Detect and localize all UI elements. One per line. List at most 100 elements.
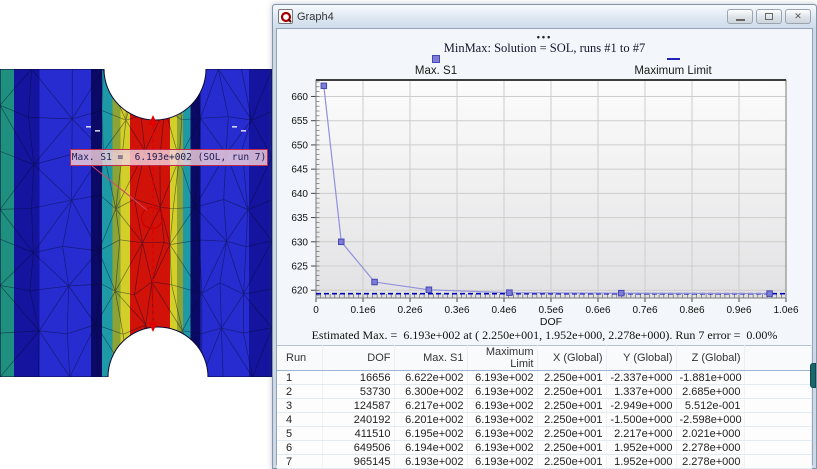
table-cell: 6.194e+002 [394, 441, 467, 455]
x-tick-label: 0.4e6 [491, 305, 516, 316]
table-cell: 124587 [322, 399, 394, 413]
table-cell: 2.250e+001 [537, 399, 606, 413]
table-cell: 16656 [322, 371, 394, 385]
table-cell: 2.250e+001 [537, 371, 606, 385]
table-cell: 6.193e+002 [467, 427, 537, 441]
column-header-max-s1[interactable]: Max. S1 [394, 346, 467, 371]
table-cell: 2.250e+001 [537, 413, 606, 427]
x-axis-label: DOF [540, 316, 562, 328]
table-row[interactable]: 1166566.622e+0026.193e+0022.250e+001-2.3… [277, 371, 812, 385]
graph-app-icon [278, 9, 293, 24]
close-button[interactable]: ✕ [785, 9, 811, 24]
legend-item-maximum-limit[interactable]: Maximum Limit [618, 55, 728, 77]
table-cell-filler [744, 399, 812, 413]
max-s1-callout[interactable]: Max. S1 = 6.193e+002 (SOL, run 7) [70, 149, 268, 166]
window-content: ••• MinMax: Solution = SOL, runs #1 to #… [276, 28, 813, 465]
x-tick-label: 0.2e6 [397, 305, 422, 316]
table-row[interactable]: 42401926.201e+0026.193e+0022.250e+001-1.… [277, 413, 812, 427]
table-cell: -2.337e+000 [606, 371, 676, 385]
table-cell: 6.217e+002 [394, 399, 467, 413]
maximize-icon [765, 13, 773, 20]
graph4-window: Graph4 ✕ ••• MinMax: Solution = SOL, run… [272, 4, 817, 469]
table-cell: 6.193e+002 [394, 455, 467, 469]
close-icon: ✕ [794, 11, 802, 22]
table-row[interactable]: 2537306.300e+0026.193e+0022.250e+0011.33… [277, 385, 812, 399]
table-cell: 6.193e+002 [467, 441, 537, 455]
column-header-x-global-[interactable]: X (Global) [537, 346, 606, 371]
table-cell: 1 [277, 371, 322, 385]
estimated-max-text: Estimated Max. = 6.193e+002 at ( 2.250e+… [277, 328, 812, 343]
y-tick-label: 660 [291, 92, 308, 103]
table-cell: 2 [277, 385, 322, 399]
table-row[interactable]: 66495066.194e+0026.193e+0022.250e+0011.9… [277, 441, 812, 455]
table-cell: 2.278e+000 [676, 455, 744, 469]
fea-viewport: Max. S1 = 6.193e+002 (SOL, run 7) [0, 69, 272, 377]
table-cell: 2.250e+001 [537, 427, 606, 441]
x-tick-label: 1.0e6 [773, 305, 798, 316]
chart-title: MinMax: Solution = SOL, runs #1 to #7 [277, 41, 812, 56]
column-header-dof[interactable]: DOF [322, 346, 394, 371]
column-header-run[interactable]: Run [277, 346, 322, 371]
column-header-y-global-[interactable]: Y (Global) [606, 346, 676, 371]
table-cell-filler [744, 371, 812, 385]
x-tick-label: 0.7e6 [632, 305, 657, 316]
minimize-button[interactable] [727, 9, 753, 24]
legend-item-max-s1[interactable]: Max. S1 [396, 55, 476, 77]
data-point-marker [372, 279, 378, 285]
data-point-marker [767, 291, 773, 297]
table-cell: 53730 [322, 385, 394, 399]
table-row[interactable]: 79651456.193e+0026.193e+0022.250e+0011.9… [277, 455, 812, 469]
table-row[interactable]: 54115106.195e+0026.193e+0022.250e+0012.2… [277, 427, 812, 441]
table-cell: -1.881e+000 [676, 371, 744, 385]
y-tick-label: 655 [291, 116, 308, 127]
legend-label: Max. S1 [415, 65, 457, 77]
maximize-button[interactable] [756, 9, 782, 24]
scrollbar-handle[interactable] [810, 363, 816, 388]
square-marker-icon [432, 55, 440, 63]
data-point-marker [321, 83, 327, 89]
table-cell-filler [744, 427, 812, 441]
table-cell: -2.949e+000 [606, 399, 676, 413]
table-row[interactable]: 31245876.217e+0026.193e+0022.250e+001-2.… [277, 399, 812, 413]
table-cell: 1.952e+000 [606, 455, 676, 469]
table-cell: 6.300e+002 [394, 385, 467, 399]
table-cell: 4 [277, 413, 322, 427]
table-header-row: RunDOFMax. S1Maximum LimitX (Global)Y (G… [277, 346, 812, 371]
table-cell: 411510 [322, 427, 394, 441]
column-header-z-global-[interactable]: Z (Global) [676, 346, 744, 371]
table-cell: 649506 [322, 441, 394, 455]
window-titlebar[interactable]: Graph4 ✕ [273, 5, 816, 28]
y-tick-label: 650 [291, 140, 308, 151]
table-cell: 5.512e-001 [676, 399, 744, 413]
data-point-marker [339, 239, 345, 245]
table-cell-filler [744, 385, 812, 399]
table-cell: 6.622e+002 [394, 371, 467, 385]
table-cell: 6.195e+002 [394, 427, 467, 441]
table-cell: 965145 [322, 455, 394, 469]
data-point-marker [426, 287, 432, 293]
table-cell-filler [744, 441, 812, 455]
y-tick-label: 625 [291, 262, 308, 273]
table-cell: 240192 [322, 413, 394, 427]
table-cell-filler [744, 455, 812, 469]
table-cell: 2.685e+000 [676, 385, 744, 399]
table-cell: 6 [277, 441, 322, 455]
table-cell: 2.250e+001 [537, 455, 606, 469]
table-cell: 5 [277, 427, 322, 441]
column-header-filler [744, 346, 812, 371]
y-tick-label: 645 [291, 165, 308, 176]
fea-contour-plot [0, 69, 272, 377]
table-cell: 2.250e+001 [537, 441, 606, 455]
table-cell: 6.201e+002 [394, 413, 467, 427]
table-cell: 2.278e+000 [676, 441, 744, 455]
table-cell: 1.952e+000 [606, 441, 676, 455]
table-cell: 2.250e+001 [537, 385, 606, 399]
x-tick-label: 0.1e6 [350, 305, 375, 316]
column-header-maximum-limit[interactable]: Maximum Limit [467, 346, 537, 371]
table-cell: 2.217e+000 [606, 427, 676, 441]
table-cell: -1.500e+000 [606, 413, 676, 427]
table-cell-filler [744, 413, 812, 427]
table-cell: 7 [277, 455, 322, 469]
table-cell: 6.193e+002 [467, 371, 537, 385]
results-table: RunDOFMax. S1Maximum LimitX (Global)Y (G… [277, 345, 812, 469]
